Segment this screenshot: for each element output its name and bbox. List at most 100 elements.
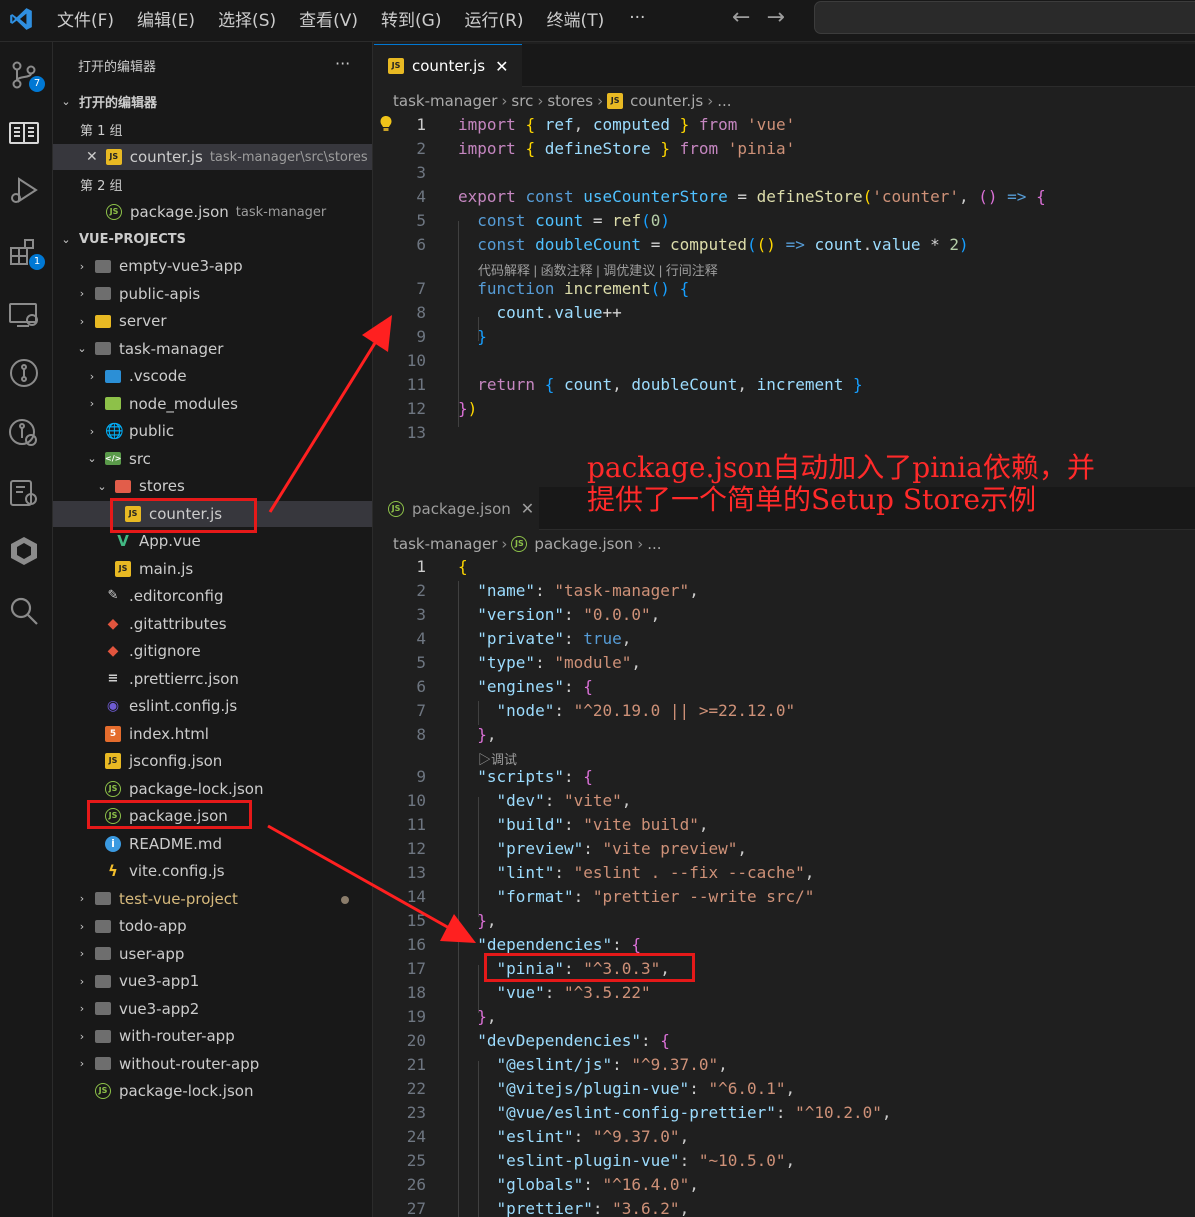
forward-arrow-icon[interactable]: → <box>766 5 784 30</box>
tree-item[interactable]: › empty-vue3-app <box>53 253 372 279</box>
breadcrumb-item[interactable]: ... <box>647 535 661 553</box>
json-file-icon: JS <box>511 536 528 552</box>
menu-file[interactable]: 文件(F) <box>57 6 114 31</box>
line-number: 10 <box>406 791 426 810</box>
code-line: "build": "vite build", <box>496 815 709 834</box>
editor1-code[interactable]: 1 import { ref, computed } from 'vue' 2 im… <box>374 115 1195 447</box>
tree-item[interactable]: JS main.js <box>53 556 372 582</box>
tree-item[interactable]: › .vscode <box>53 363 372 389</box>
code-line: "version": "0.0.0", <box>477 605 661 624</box>
line-number: 25 <box>406 1151 426 1170</box>
tree-item[interactable]: › with-router-app <box>53 1023 372 1049</box>
breadcrumb-item[interactable]: ... <box>717 92 731 110</box>
tree-item[interactable]: JS jsconfig.json <box>53 748 372 774</box>
tree-item[interactable]: ◆ .gitattributes <box>53 611 372 637</box>
open-editor-package[interactable]: JS package.json task-manager <box>53 199 372 225</box>
docker-icon[interactable] <box>7 534 41 568</box>
menu-edit[interactable]: 编辑(E) <box>137 6 195 31</box>
tree-item[interactable]: › todo-app <box>53 913 372 939</box>
tab-counter-js[interactable]: JS counter.js ✕ <box>374 44 522 87</box>
tree-item[interactable]: ϟ vite.config.js <box>53 858 372 884</box>
chevron-right-icon: › <box>79 314 85 328</box>
breadcrumb-item[interactable]: task-manager <box>393 535 497 553</box>
tree-item[interactable]: 5 index.html <box>53 721 372 747</box>
close-icon[interactable]: ✕ <box>521 499 534 518</box>
tree-item[interactable]: ✎ .editorconfig <box>53 583 372 609</box>
tree-item[interactable]: i README.md <box>53 831 372 857</box>
tree-item[interactable]: ◉ eslint.config.js <box>53 693 372 719</box>
menu-run[interactable]: 运行(R) <box>464 6 523 31</box>
workspace-header[interactable]: ⌄ VUE-PROJECTS <box>53 226 372 252</box>
tab-package-json[interactable]: JS package.json ✕ <box>374 487 539 530</box>
close-icon[interactable]: ✕ <box>86 149 98 165</box>
code-line: "type": "module", <box>477 653 642 672</box>
line-number: 1 <box>416 557 426 576</box>
back-arrow-icon[interactable]: ← <box>732 5 750 30</box>
breadcrumb-item[interactable]: package.json <box>534 535 633 553</box>
code-line: "engines": { <box>477 677 593 696</box>
tree-item[interactable]: › public-apis <box>53 281 372 307</box>
code-line: "eslint": "^9.37.0", <box>496 1127 690 1146</box>
tab-counter-js-label: counter.js <box>412 57 486 75</box>
menu-selection[interactable]: 选择(S) <box>218 6 276 31</box>
tree-item-label: public <box>129 422 175 440</box>
highlight-box-counter <box>110 498 257 533</box>
remote-explorer-icon[interactable] <box>7 298 41 332</box>
line-number: 21 <box>406 1055 426 1074</box>
code-line: "@vitejs/plugin-vue": "^6.0.1", <box>496 1079 796 1098</box>
tree-item[interactable]: › without-router-app <box>53 1051 372 1077</box>
command-center-search[interactable] <box>814 1 1195 34</box>
line-number: 5 <box>416 653 426 672</box>
tree-item[interactable]: ≡ .prettierrc.json <box>53 666 372 692</box>
open-editors-header[interactable]: ⌄ 打开的编辑器 <box>53 88 372 114</box>
menu-go[interactable]: 转到(G) <box>381 6 441 31</box>
breadcrumb-item[interactable]: counter.js <box>630 92 703 110</box>
tree-item[interactable]: › vue3-app1 <box>53 968 372 994</box>
menu-more-button[interactable]: ··· <box>629 8 645 28</box>
close-icon[interactable]: ✕ <box>495 57 508 76</box>
tree-item[interactable]: › vue3-app2 <box>53 996 372 1022</box>
tree-item-label: server <box>119 312 167 330</box>
folder-icon <box>95 1057 111 1070</box>
breadcrumb-item[interactable]: task-manager <box>393 92 497 110</box>
tree-item[interactable]: ⌄ </> src <box>53 446 372 472</box>
line-number: 9 <box>416 767 426 786</box>
sidebar-more-button[interactable]: ··· <box>335 54 350 73</box>
codelens-actions[interactable]: 代码解释 | 函数注释 | 调优建议 | 行间注释 <box>478 260 718 279</box>
folder-icon <box>95 259 111 273</box>
run-debug-icon[interactable] <box>7 174 41 208</box>
debug-codelens[interactable]: ▷调试 <box>478 749 517 768</box>
tree-item[interactable]: ◆ .gitignore <box>53 638 372 664</box>
editor2-code[interactable]: 1 { 2 "name": "task-manager", 3 "version"… <box>374 557 1195 1217</box>
breadcrumb-item[interactable]: src <box>511 92 533 110</box>
folder-icon <box>95 892 111 905</box>
tree-item[interactable]: ⌄ stores <box>53 473 372 499</box>
explorer-icon[interactable] <box>7 116 41 150</box>
menu-view[interactable]: 查看(V) <box>299 6 358 31</box>
chevron-right-icon: › <box>79 1002 85 1015</box>
tree-item[interactable]: › test-vue-project <box>53 886 372 912</box>
line-number: 9 <box>416 327 426 346</box>
open-editor-package-label: package.json <box>130 203 229 221</box>
tree-item[interactable]: › user-app <box>53 941 372 967</box>
editor-group-2-label: 第 2 组 <box>80 178 123 194</box>
json-icon: JS <box>95 1083 111 1099</box>
tree-item[interactable]: ⌄ task-manager <box>53 336 372 362</box>
extensions-icon[interactable]: 1 <box>7 236 45 270</box>
tree-item[interactable]: › node_modules <box>53 391 372 417</box>
line-number: 2 <box>416 139 426 158</box>
source-control-icon[interactable]: 7 <box>7 58 45 92</box>
menu-terminal[interactable]: 终端(T) <box>547 6 605 31</box>
package-icon[interactable] <box>7 476 41 510</box>
tree-item[interactable]: JS package-lock.json <box>53 776 372 802</box>
tree-item[interactable]: JS package-lock.json <box>53 1078 372 1104</box>
search-icon[interactable] <box>7 594 41 628</box>
tree-item[interactable]: › 🌐 public <box>53 418 372 444</box>
breadcrumb-item[interactable]: stores <box>547 92 593 110</box>
tree-item-label: task-manager <box>119 339 224 358</box>
git-lens-icon[interactable] <box>7 416 41 450</box>
open-editor-counter[interactable]: ✕ JS counter.js task-manager\src\stores <box>53 144 372 170</box>
tree-item[interactable]: › server <box>53 308 372 334</box>
git-graph-icon[interactable] <box>7 356 41 390</box>
code-line: "eslint-plugin-vue": "~10.5.0", <box>496 1151 796 1170</box>
